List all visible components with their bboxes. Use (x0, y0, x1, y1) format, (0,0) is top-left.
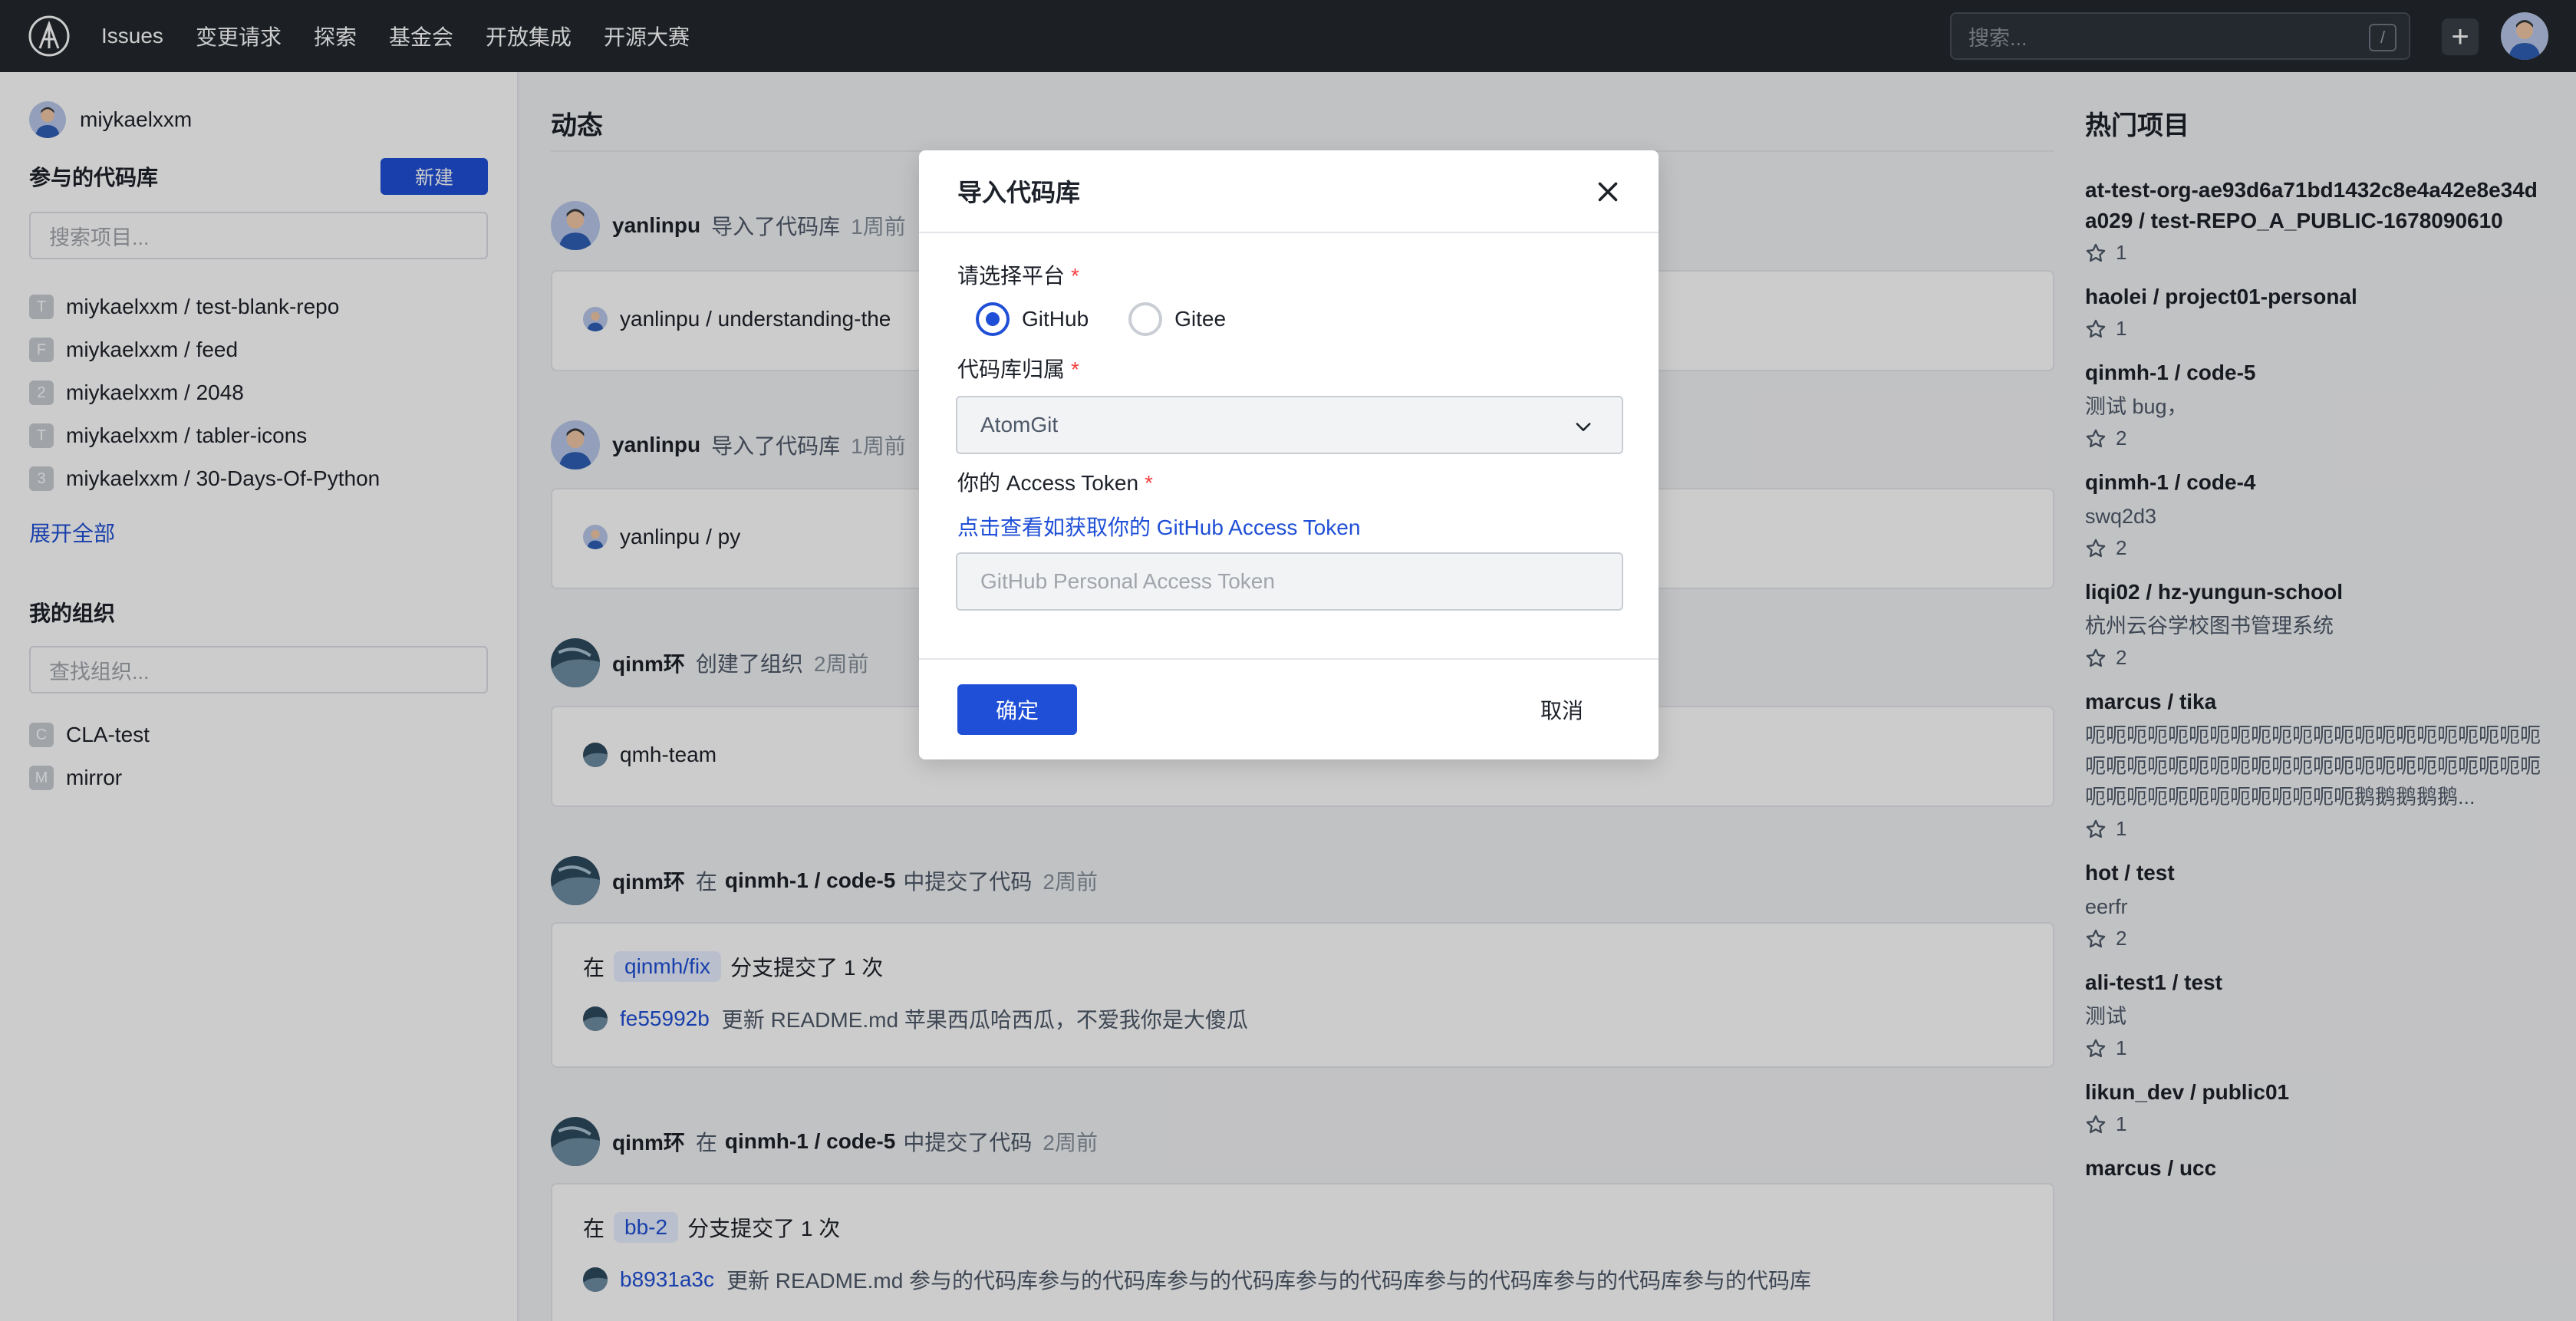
radio-gitee-label[interactable]: Gitee (1174, 307, 1226, 331)
token-label-text: 你的 Access Token (957, 471, 1139, 495)
owner-label: 代码库归属 * (957, 353, 1079, 384)
dialog-header: 导入代码库 (919, 150, 1659, 233)
confirm-button[interactable]: 确定 (957, 684, 1077, 735)
access-token-input[interactable]: GitHub Personal Access Token (956, 552, 1623, 611)
token-label: 你的 Access Token * (957, 466, 1153, 497)
close-icon[interactable] (1594, 178, 1622, 206)
token-help-link[interactable]: 点击查看如获取你的 GitHub Access Token (957, 511, 1360, 542)
owner-label-text: 代码库归属 (957, 357, 1066, 381)
radio-github-label[interactable]: GitHub (1022, 307, 1089, 331)
platform-label: 请选择平台 * (957, 259, 1079, 290)
import-repo-dialog: 导入代码库 请选择平台 * GitHub Gitee 代码库归属 * AtomGit… (919, 150, 1659, 759)
token-placeholder: GitHub Personal Access Token (980, 569, 1275, 593)
dialog-title: 导入代码库 (957, 179, 1081, 206)
radio-gitee[interactable] (1128, 302, 1163, 336)
owner-select-value: AtomGit (980, 413, 1059, 436)
platform-label-text: 请选择平台 (957, 264, 1066, 288)
dialog-footer-divider (919, 658, 1659, 660)
owner-select[interactable]: AtomGit (956, 396, 1623, 454)
cancel-button[interactable]: 取消 (1502, 684, 1622, 735)
platform-radio-group: GitHub Gitee (976, 302, 1226, 336)
chevron-down-icon (1576, 423, 1591, 431)
radio-github[interactable] (976, 302, 1010, 336)
required-mark: * (1145, 471, 1153, 495)
required-mark: * (1071, 357, 1079, 381)
required-mark: * (1071, 264, 1079, 288)
